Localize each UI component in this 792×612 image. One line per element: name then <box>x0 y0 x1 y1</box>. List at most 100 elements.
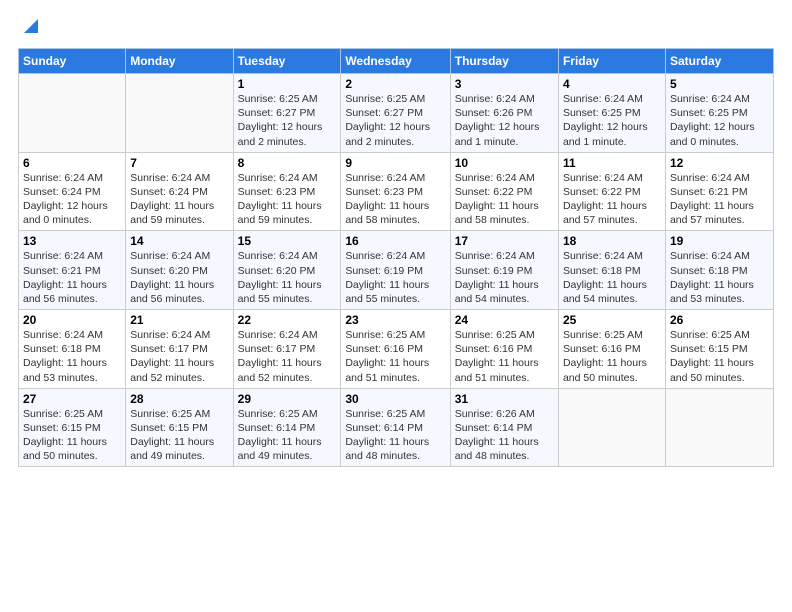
day-number: 16 <box>345 234 445 248</box>
calendar-cell: 30Sunrise: 6:25 AM Sunset: 6:14 PM Dayli… <box>341 388 450 467</box>
day-detail: Sunrise: 6:24 AM Sunset: 6:23 PM Dayligh… <box>345 171 445 228</box>
day-detail: Sunrise: 6:25 AM Sunset: 6:27 PM Dayligh… <box>238 92 337 149</box>
col-header-sunday: Sunday <box>19 49 126 74</box>
calendar-cell: 3Sunrise: 6:24 AM Sunset: 6:26 PM Daylig… <box>450 74 558 153</box>
calendar-cell: 24Sunrise: 6:25 AM Sunset: 6:16 PM Dayli… <box>450 310 558 389</box>
col-header-wednesday: Wednesday <box>341 49 450 74</box>
calendar-cell: 29Sunrise: 6:25 AM Sunset: 6:14 PM Dayli… <box>233 388 341 467</box>
calendar-week-row: 13Sunrise: 6:24 AM Sunset: 6:21 PM Dayli… <box>19 231 774 310</box>
calendar-cell: 4Sunrise: 6:24 AM Sunset: 6:25 PM Daylig… <box>558 74 665 153</box>
calendar-cell: 21Sunrise: 6:24 AM Sunset: 6:17 PM Dayli… <box>126 310 233 389</box>
calendar-header-row: SundayMondayTuesdayWednesdayThursdayFrid… <box>19 49 774 74</box>
day-number: 22 <box>238 313 337 327</box>
calendar-cell: 25Sunrise: 6:25 AM Sunset: 6:16 PM Dayli… <box>558 310 665 389</box>
day-number: 14 <box>130 234 228 248</box>
day-detail: Sunrise: 6:24 AM Sunset: 6:25 PM Dayligh… <box>670 92 769 149</box>
day-detail: Sunrise: 6:25 AM Sunset: 6:16 PM Dayligh… <box>563 328 661 385</box>
day-number: 2 <box>345 77 445 91</box>
day-number: 19 <box>670 234 769 248</box>
calendar-cell: 6Sunrise: 6:24 AM Sunset: 6:24 PM Daylig… <box>19 152 126 231</box>
calendar-cell: 18Sunrise: 6:24 AM Sunset: 6:18 PM Dayli… <box>558 231 665 310</box>
day-detail: Sunrise: 6:24 AM Sunset: 6:19 PM Dayligh… <box>455 249 554 306</box>
day-number: 26 <box>670 313 769 327</box>
day-number: 11 <box>563 156 661 170</box>
day-number: 1 <box>238 77 337 91</box>
calendar-cell: 14Sunrise: 6:24 AM Sunset: 6:20 PM Dayli… <box>126 231 233 310</box>
day-detail: Sunrise: 6:24 AM Sunset: 6:19 PM Dayligh… <box>345 249 445 306</box>
day-number: 21 <box>130 313 228 327</box>
calendar-week-row: 20Sunrise: 6:24 AM Sunset: 6:18 PM Dayli… <box>19 310 774 389</box>
calendar-cell: 12Sunrise: 6:24 AM Sunset: 6:21 PM Dayli… <box>665 152 773 231</box>
day-number: 28 <box>130 392 228 406</box>
calendar-week-row: 1Sunrise: 6:25 AM Sunset: 6:27 PM Daylig… <box>19 74 774 153</box>
col-header-tuesday: Tuesday <box>233 49 341 74</box>
header <box>18 15 774 38</box>
calendar-cell <box>126 74 233 153</box>
day-number: 20 <box>23 313 121 327</box>
day-detail: Sunrise: 6:25 AM Sunset: 6:15 PM Dayligh… <box>670 328 769 385</box>
col-header-monday: Monday <box>126 49 233 74</box>
calendar-cell: 17Sunrise: 6:24 AM Sunset: 6:19 PM Dayli… <box>450 231 558 310</box>
day-detail: Sunrise: 6:25 AM Sunset: 6:16 PM Dayligh… <box>455 328 554 385</box>
calendar-cell: 26Sunrise: 6:25 AM Sunset: 6:15 PM Dayli… <box>665 310 773 389</box>
calendar-cell: 1Sunrise: 6:25 AM Sunset: 6:27 PM Daylig… <box>233 74 341 153</box>
day-number: 24 <box>455 313 554 327</box>
day-detail: Sunrise: 6:24 AM Sunset: 6:18 PM Dayligh… <box>23 328 121 385</box>
day-number: 10 <box>455 156 554 170</box>
day-number: 15 <box>238 234 337 248</box>
calendar-cell: 28Sunrise: 6:25 AM Sunset: 6:15 PM Dayli… <box>126 388 233 467</box>
day-number: 17 <box>455 234 554 248</box>
col-header-friday: Friday <box>558 49 665 74</box>
day-detail: Sunrise: 6:24 AM Sunset: 6:21 PM Dayligh… <box>23 249 121 306</box>
calendar-week-row: 6Sunrise: 6:24 AM Sunset: 6:24 PM Daylig… <box>19 152 774 231</box>
logo <box>18 15 38 38</box>
day-number: 3 <box>455 77 554 91</box>
day-detail: Sunrise: 6:25 AM Sunset: 6:27 PM Dayligh… <box>345 92 445 149</box>
day-detail: Sunrise: 6:24 AM Sunset: 6:17 PM Dayligh… <box>130 328 228 385</box>
calendar-cell: 5Sunrise: 6:24 AM Sunset: 6:25 PM Daylig… <box>665 74 773 153</box>
day-detail: Sunrise: 6:24 AM Sunset: 6:18 PM Dayligh… <box>563 249 661 306</box>
calendar-cell: 22Sunrise: 6:24 AM Sunset: 6:17 PM Dayli… <box>233 310 341 389</box>
day-number: 7 <box>130 156 228 170</box>
day-detail: Sunrise: 6:24 AM Sunset: 6:22 PM Dayligh… <box>455 171 554 228</box>
day-number: 12 <box>670 156 769 170</box>
calendar-cell: 16Sunrise: 6:24 AM Sunset: 6:19 PM Dayli… <box>341 231 450 310</box>
calendar-cell: 13Sunrise: 6:24 AM Sunset: 6:21 PM Dayli… <box>19 231 126 310</box>
calendar-cell: 15Sunrise: 6:24 AM Sunset: 6:20 PM Dayli… <box>233 231 341 310</box>
day-detail: Sunrise: 6:24 AM Sunset: 6:20 PM Dayligh… <box>130 249 228 306</box>
logo-icon <box>20 15 38 33</box>
calendar-week-row: 27Sunrise: 6:25 AM Sunset: 6:15 PM Dayli… <box>19 388 774 467</box>
day-detail: Sunrise: 6:25 AM Sunset: 6:15 PM Dayligh… <box>130 407 228 464</box>
day-number: 4 <box>563 77 661 91</box>
day-detail: Sunrise: 6:24 AM Sunset: 6:23 PM Dayligh… <box>238 171 337 228</box>
calendar-cell: 19Sunrise: 6:24 AM Sunset: 6:18 PM Dayli… <box>665 231 773 310</box>
day-detail: Sunrise: 6:25 AM Sunset: 6:14 PM Dayligh… <box>238 407 337 464</box>
day-detail: Sunrise: 6:24 AM Sunset: 6:21 PM Dayligh… <box>670 171 769 228</box>
calendar-cell <box>19 74 126 153</box>
calendar-cell <box>665 388 773 467</box>
day-number: 18 <box>563 234 661 248</box>
day-number: 23 <box>345 313 445 327</box>
calendar-cell: 31Sunrise: 6:26 AM Sunset: 6:14 PM Dayli… <box>450 388 558 467</box>
calendar-cell: 27Sunrise: 6:25 AM Sunset: 6:15 PM Dayli… <box>19 388 126 467</box>
day-detail: Sunrise: 6:25 AM Sunset: 6:14 PM Dayligh… <box>345 407 445 464</box>
day-detail: Sunrise: 6:24 AM Sunset: 6:22 PM Dayligh… <box>563 171 661 228</box>
day-detail: Sunrise: 6:24 AM Sunset: 6:24 PM Dayligh… <box>23 171 121 228</box>
day-detail: Sunrise: 6:25 AM Sunset: 6:16 PM Dayligh… <box>345 328 445 385</box>
day-number: 13 <box>23 234 121 248</box>
day-detail: Sunrise: 6:24 AM Sunset: 6:25 PM Dayligh… <box>563 92 661 149</box>
col-header-saturday: Saturday <box>665 49 773 74</box>
calendar-cell: 11Sunrise: 6:24 AM Sunset: 6:22 PM Dayli… <box>558 152 665 231</box>
day-detail: Sunrise: 6:24 AM Sunset: 6:18 PM Dayligh… <box>670 249 769 306</box>
day-number: 30 <box>345 392 445 406</box>
day-number: 8 <box>238 156 337 170</box>
col-header-thursday: Thursday <box>450 49 558 74</box>
calendar-cell: 20Sunrise: 6:24 AM Sunset: 6:18 PM Dayli… <box>19 310 126 389</box>
calendar-cell: 10Sunrise: 6:24 AM Sunset: 6:22 PM Dayli… <box>450 152 558 231</box>
day-detail: Sunrise: 6:24 AM Sunset: 6:26 PM Dayligh… <box>455 92 554 149</box>
page: SundayMondayTuesdayWednesdayThursdayFrid… <box>0 0 792 612</box>
calendar-cell: 9Sunrise: 6:24 AM Sunset: 6:23 PM Daylig… <box>341 152 450 231</box>
calendar-cell: 2Sunrise: 6:25 AM Sunset: 6:27 PM Daylig… <box>341 74 450 153</box>
day-number: 31 <box>455 392 554 406</box>
day-number: 6 <box>23 156 121 170</box>
